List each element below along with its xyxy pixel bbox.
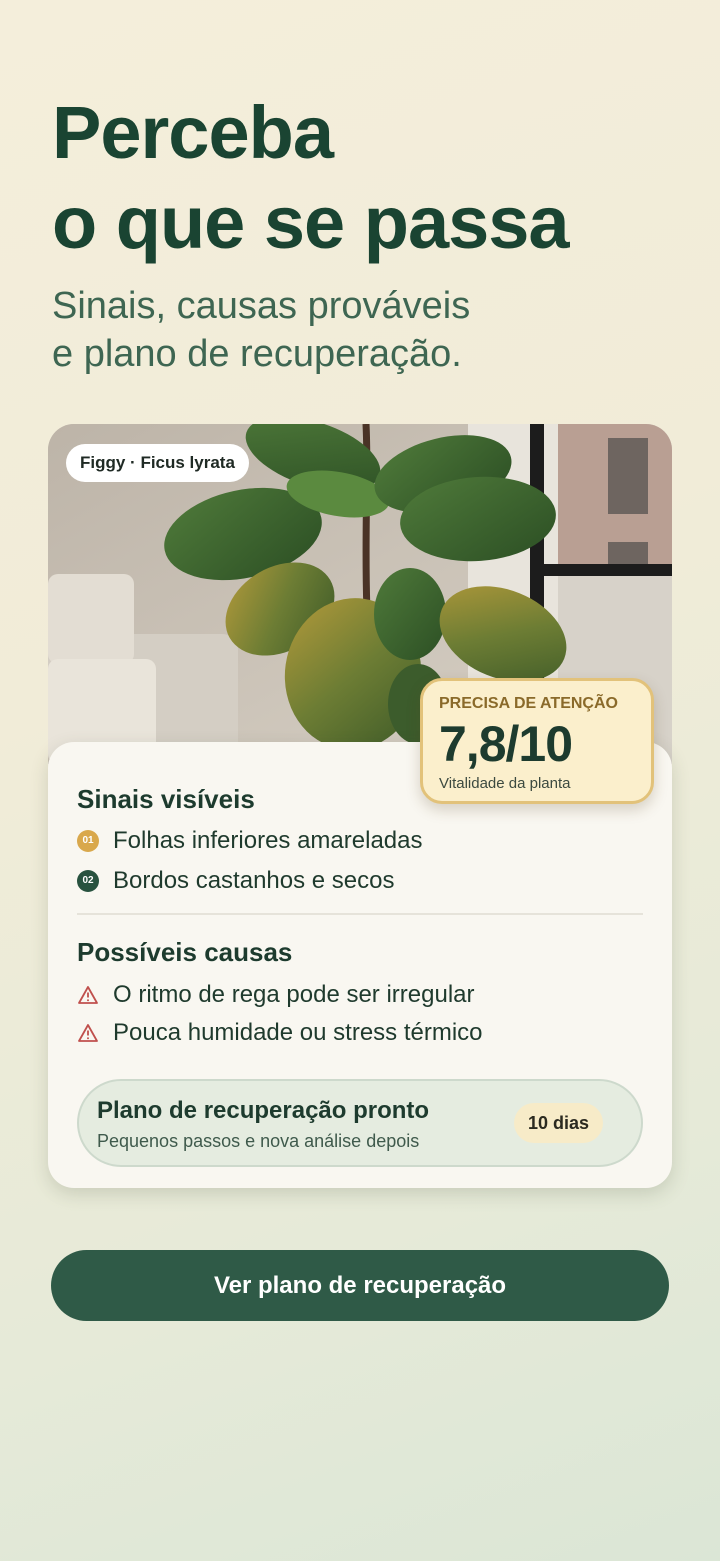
plan-duration-badge: 10 dias bbox=[513, 1103, 603, 1143]
list-item: Pouca humidade ou stress térmico bbox=[77, 1018, 483, 1048]
warning-icon bbox=[78, 1024, 98, 1042]
plant-name-tag: Figgy · Ficus lyrata bbox=[66, 444, 249, 482]
diagnosis-card: Sinais visíveis 01 Folhas inferiores ama… bbox=[48, 742, 672, 1188]
plan-title: Plano de recuperação pronto bbox=[97, 1097, 430, 1124]
sign-text: Folhas inferiores amareladas bbox=[113, 827, 423, 854]
warning-icon bbox=[78, 986, 98, 1004]
divider bbox=[77, 913, 643, 915]
page-subtitle: Sinais, causas prováveis e plano de recu… bbox=[52, 282, 652, 378]
title-line-1: Perceba bbox=[52, 91, 334, 174]
title-line-2: o que se passa bbox=[52, 181, 570, 264]
view-recovery-plan-button[interactable]: Ver plano de recuperação bbox=[51, 1250, 669, 1321]
signs-title: Sinais visíveis bbox=[77, 784, 255, 814]
cause-text: Pouca humidade ou stress térmico bbox=[113, 1019, 483, 1046]
subtitle-line-2: e plano de recuperação. bbox=[52, 333, 462, 375]
vitality-score-badge: PRECISA DE ATENÇÃO 7,8/10 Vitalidade da … bbox=[420, 678, 654, 804]
list-item: O ritmo de rega pode ser irregular bbox=[77, 980, 475, 1010]
subtitle-line-1: Sinais, causas prováveis bbox=[52, 285, 471, 327]
cause-text: O ritmo de rega pode ser irregular bbox=[113, 981, 475, 1008]
plan-subtitle: Pequenos passos e nova análise depois bbox=[97, 1131, 420, 1151]
list-item: 01 Folhas inferiores amareladas bbox=[77, 826, 422, 856]
recovery-plan-banner[interactable]: Plano de recuperação pronto Pequenos pas… bbox=[77, 1079, 643, 1167]
number-badge: 01 bbox=[77, 830, 99, 852]
page-title: Perceba o que se passa bbox=[52, 88, 692, 268]
causes-title: Possíveis causas bbox=[77, 937, 293, 967]
score-caption: Vitalidade da planta bbox=[439, 775, 571, 792]
list-item: 02 Bordos castanhos e secos bbox=[77, 866, 395, 896]
score-value: 7,8/10 bbox=[439, 716, 573, 772]
number-badge: 02 bbox=[77, 870, 99, 892]
sign-text: Bordos castanhos e secos bbox=[113, 867, 395, 894]
score-status: PRECISA DE ATENÇÃO bbox=[439, 695, 618, 712]
